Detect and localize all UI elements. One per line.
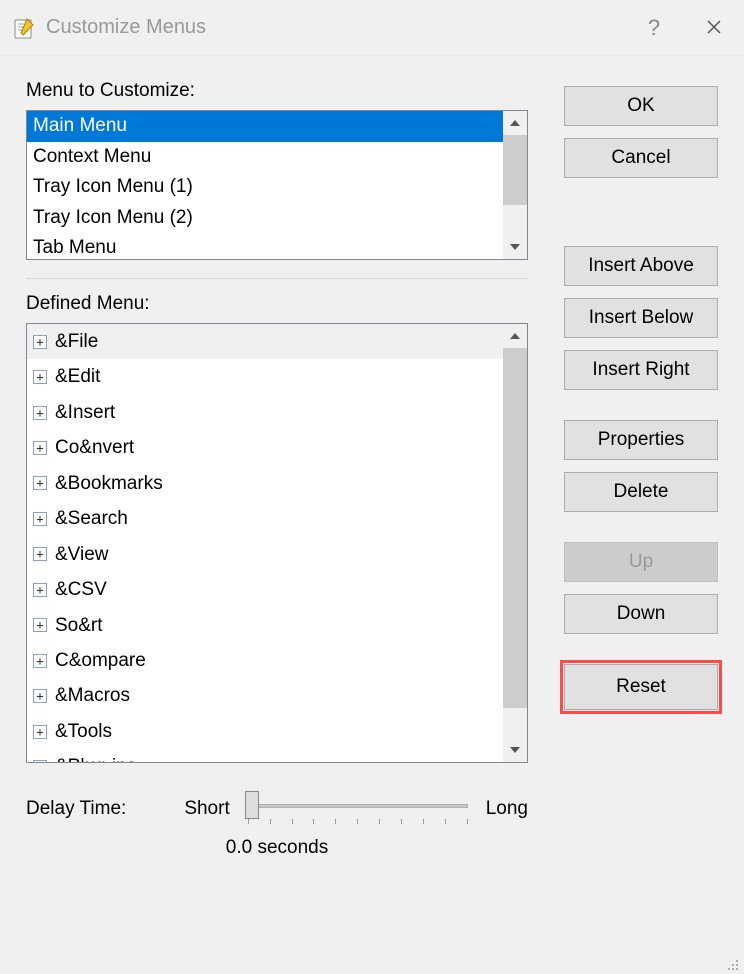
tree-item[interactable]: + So&rt: [27, 608, 503, 643]
expand-icon[interactable]: +: [33, 370, 47, 384]
tree-item[interactable]: + &CSV: [27, 572, 503, 607]
expand-icon[interactable]: +: [33, 725, 47, 739]
menu-list-item[interactable]: Tray Icon Menu (1): [27, 172, 503, 203]
menu-list-item[interactable]: Context Menu: [27, 142, 503, 173]
tree-item-label: &Plug-ins: [55, 752, 136, 762]
tree-item[interactable]: + &Insert: [27, 395, 503, 430]
scroll-up-icon[interactable]: [503, 111, 527, 135]
expand-icon[interactable]: +: [33, 618, 47, 632]
tree-item-label: &Macros: [55, 681, 130, 710]
scroll-down-icon[interactable]: [503, 235, 527, 259]
title-bar: Customize Menus ?: [0, 0, 744, 56]
tree-item-label: &View: [55, 540, 109, 569]
scroll-thumb[interactable]: [503, 135, 527, 205]
reset-button[interactable]: Reset: [564, 664, 718, 710]
expand-icon[interactable]: +: [33, 512, 47, 526]
tree-item-label: &CSV: [55, 575, 107, 604]
expand-icon[interactable]: +: [33, 760, 47, 762]
tree-item-label: So&rt: [55, 611, 103, 640]
defined-menu-tree[interactable]: + &File + &Edit + &Insert + Co&nvert + &Bookmarks…: [26, 323, 528, 763]
slider-track: [248, 804, 468, 808]
menu-to-customize-list[interactable]: Main MenuContext MenuTray Icon Menu (1)T…: [26, 110, 528, 260]
tree-item-label: &Bookmarks: [55, 469, 163, 498]
tree-item-label: &Tools: [55, 717, 112, 746]
tree-item[interactable]: + &File: [27, 324, 503, 359]
properties-button[interactable]: Properties: [564, 420, 718, 460]
tree-item-label: Co&nvert: [55, 433, 134, 462]
resize-grip[interactable]: [724, 956, 740, 972]
expand-icon[interactable]: +: [33, 441, 47, 455]
delay-slider[interactable]: [248, 791, 468, 827]
close-icon: [706, 15, 722, 41]
menu-to-customize-label: Menu to Customize:: [26, 80, 528, 102]
window-title: Customize Menus: [46, 16, 206, 39]
menu-list-item[interactable]: Tray Icon Menu (2): [27, 203, 503, 234]
help-button[interactable]: ?: [624, 0, 684, 56]
insert-below-button[interactable]: Insert Below: [564, 298, 718, 338]
tree-item[interactable]: + C&ompare: [27, 643, 503, 678]
tree-item-label: C&ompare: [55, 646, 146, 675]
tree-item[interactable]: + &Search: [27, 501, 503, 536]
tree-item[interactable]: + &Edit: [27, 359, 503, 394]
divider: [26, 278, 528, 279]
expand-icon[interactable]: +: [33, 654, 47, 668]
expand-icon[interactable]: +: [33, 547, 47, 561]
scrollbar[interactable]: [503, 111, 527, 259]
scrollbar[interactable]: [503, 324, 527, 762]
tree-item[interactable]: + &Bookmarks: [27, 466, 503, 501]
defined-menu-label: Defined Menu:: [26, 293, 528, 315]
scroll-thumb[interactable]: [503, 348, 527, 708]
tree-item-label: &Insert: [55, 398, 115, 427]
expand-icon[interactable]: +: [33, 406, 47, 420]
expand-icon[interactable]: +: [33, 476, 47, 490]
menu-list-item[interactable]: Main Menu: [27, 111, 503, 142]
expand-icon[interactable]: +: [33, 335, 47, 349]
tree-item-label: &Search: [55, 504, 128, 533]
tree-item-label: &File: [55, 327, 98, 356]
ok-button[interactable]: OK: [564, 86, 718, 126]
delay-long-label: Long: [486, 798, 528, 820]
scroll-up-icon[interactable]: [503, 324, 527, 348]
expand-icon[interactable]: +: [33, 583, 47, 597]
close-button[interactable]: [684, 0, 744, 56]
menu-list-item[interactable]: Tab Menu: [27, 233, 503, 259]
slider-ticks: [248, 819, 468, 824]
up-button: Up: [564, 542, 718, 582]
delete-button[interactable]: Delete: [564, 472, 718, 512]
tree-item[interactable]: + Co&nvert: [27, 430, 503, 465]
down-button[interactable]: Down: [564, 594, 718, 634]
insert-right-button[interactable]: Insert Right: [564, 350, 718, 390]
delay-value: 0.0 seconds: [26, 837, 528, 859]
app-icon: [12, 16, 36, 40]
insert-above-button[interactable]: Insert Above: [564, 246, 718, 286]
scroll-down-icon[interactable]: [503, 738, 527, 762]
help-icon: ?: [648, 15, 660, 41]
tree-item[interactable]: + &Tools: [27, 714, 503, 749]
delay-time-label: Delay Time:: [26, 798, 126, 820]
tree-item[interactable]: + &Plug-ins: [27, 749, 503, 762]
slider-thumb[interactable]: [245, 791, 259, 819]
expand-icon[interactable]: +: [33, 689, 47, 703]
tree-item[interactable]: + &View: [27, 537, 503, 572]
tree-item[interactable]: + &Macros: [27, 678, 503, 713]
delay-short-label: Short: [184, 798, 229, 820]
tree-item-label: &Edit: [55, 362, 100, 391]
cancel-button[interactable]: Cancel: [564, 138, 718, 178]
